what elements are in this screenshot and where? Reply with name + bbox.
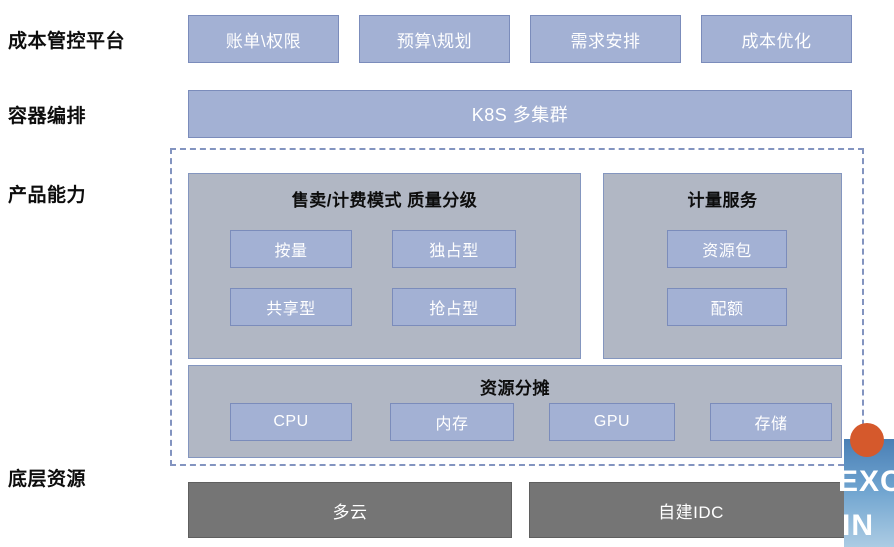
chip-cpu[interactable]: CPU bbox=[230, 403, 352, 441]
chip-pay-as-you-go[interactable]: 按量 bbox=[230, 230, 352, 268]
tier-label-product-capability: 产品能力 bbox=[8, 185, 87, 206]
panel-resource-allocation: 资源分摊 CPU 内存 GPU 存储 bbox=[188, 365, 842, 458]
infrastructure-box-self-built-idc[interactable]: 自建IDC bbox=[529, 482, 853, 538]
cost-platform-box-demand-scheduling[interactable]: 需求安排 bbox=[530, 15, 681, 63]
cost-platform-box-budget-planning[interactable]: 预算\规划 bbox=[359, 15, 510, 63]
panel-title-billing-pricing: 售卖/计费模式 质量分级 bbox=[291, 191, 478, 210]
architecture-diagram: 成本管控平台 容器编排 产品能力 底层资源 账单\权限 预算\规划 需求安排 成… bbox=[0, 0, 894, 547]
tier-label-orchestration: 容器编排 bbox=[8, 106, 87, 127]
chip-dedicated-type[interactable]: 独占型 bbox=[392, 230, 516, 268]
chip-memory[interactable]: 内存 bbox=[390, 403, 514, 441]
panel-billing-pricing: 售卖/计费模式 质量分级 按量 独占型 共享型 抢占型 bbox=[188, 173, 581, 359]
infrastructure-box-multi-cloud[interactable]: 多云 bbox=[188, 482, 512, 538]
chip-shared-type[interactable]: 共享型 bbox=[230, 288, 352, 326]
tier-label-cost-platform: 成本管控平台 bbox=[8, 31, 126, 52]
orchestration-bar-k8s-multicluster[interactable]: K8S 多集群 bbox=[188, 90, 852, 138]
chip-storage[interactable]: 存储 bbox=[710, 403, 832, 441]
cost-platform-box-cost-optimization[interactable]: 成本优化 bbox=[701, 15, 852, 63]
chip-gpu[interactable]: GPU bbox=[549, 403, 675, 441]
panel-metering-service: 计量服务 资源包 配额 bbox=[603, 173, 842, 359]
panel-title-resource-allocation: 资源分摊 bbox=[480, 379, 550, 398]
chip-quota[interactable]: 配额 bbox=[667, 288, 787, 326]
cost-platform-box-billing-permission[interactable]: 账单\权限 bbox=[188, 15, 339, 63]
chip-preemptible-type[interactable]: 抢占型 bbox=[392, 288, 516, 326]
panel-title-metering-service: 计量服务 bbox=[687, 191, 758, 210]
tier-label-infrastructure: 底层资源 bbox=[8, 469, 87, 490]
chip-resource-package[interactable]: 资源包 bbox=[667, 230, 787, 268]
